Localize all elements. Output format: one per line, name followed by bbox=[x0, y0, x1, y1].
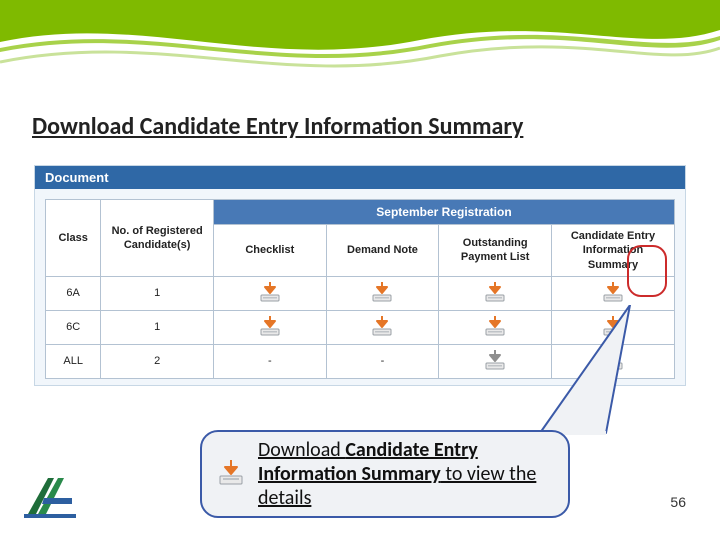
cell-count: 1 bbox=[101, 276, 214, 310]
col-demand: Demand Note bbox=[326, 225, 439, 277]
download-icon[interactable] bbox=[483, 315, 507, 340]
download-icon[interactable] bbox=[483, 281, 507, 306]
logo bbox=[24, 474, 76, 518]
col-registered: No. of Registered Candidate(s) bbox=[101, 200, 214, 277]
col-outstanding: Outstanding Payment List bbox=[439, 225, 552, 277]
download-icon[interactable] bbox=[601, 281, 625, 306]
cell-summary bbox=[552, 344, 675, 378]
callout-text: Download Candidate Entry Information Sum… bbox=[258, 438, 554, 510]
page-title: Download Candidate Entry Information Sum… bbox=[32, 112, 523, 141]
cell-class: 6A bbox=[46, 276, 101, 310]
callout-prefix: Download bbox=[258, 438, 345, 462]
cell-demand bbox=[326, 310, 439, 344]
document-panel: Document Class No. of Registered Candida… bbox=[34, 165, 686, 386]
page-number: 56 bbox=[670, 494, 686, 510]
cell-count: 2 bbox=[101, 344, 214, 378]
header-wave bbox=[0, 0, 720, 90]
registration-table: Class No. of Registered Candidate(s) Sep… bbox=[45, 199, 675, 379]
cell-count: 1 bbox=[101, 310, 214, 344]
cell-class: 6C bbox=[46, 310, 101, 344]
download-icon[interactable] bbox=[258, 281, 282, 306]
table-row: 6C1 bbox=[46, 310, 675, 344]
download-icon[interactable] bbox=[601, 315, 625, 340]
download-icon[interactable] bbox=[601, 349, 625, 374]
callout-bubble: Download Candidate Entry Information Sum… bbox=[200, 430, 570, 518]
panel-header: Document bbox=[35, 166, 685, 189]
cell-checklist bbox=[213, 310, 326, 344]
download-icon[interactable] bbox=[258, 315, 282, 340]
cell-checklist bbox=[213, 276, 326, 310]
download-icon[interactable] bbox=[370, 281, 394, 306]
col-class: Class bbox=[46, 200, 101, 277]
download-icon[interactable] bbox=[483, 349, 507, 374]
download-icon bbox=[216, 458, 246, 491]
col-summary: Candidate Entry Information Summary bbox=[552, 225, 675, 277]
cell-outstanding bbox=[439, 310, 552, 344]
cell-summary bbox=[552, 310, 675, 344]
cell-class: ALL bbox=[46, 344, 101, 378]
cell-checklist: - bbox=[213, 344, 326, 378]
cell-outstanding bbox=[439, 276, 552, 310]
section-header: September Registration bbox=[213, 200, 674, 225]
cell-demand bbox=[326, 276, 439, 310]
table-row: ALL2-- bbox=[46, 344, 675, 378]
download-icon[interactable] bbox=[370, 315, 394, 340]
col-checklist: Checklist bbox=[213, 225, 326, 277]
cell-outstanding bbox=[439, 344, 552, 378]
table-row: 6A1 bbox=[46, 276, 675, 310]
cell-summary bbox=[552, 276, 675, 310]
cell-demand: - bbox=[326, 344, 439, 378]
